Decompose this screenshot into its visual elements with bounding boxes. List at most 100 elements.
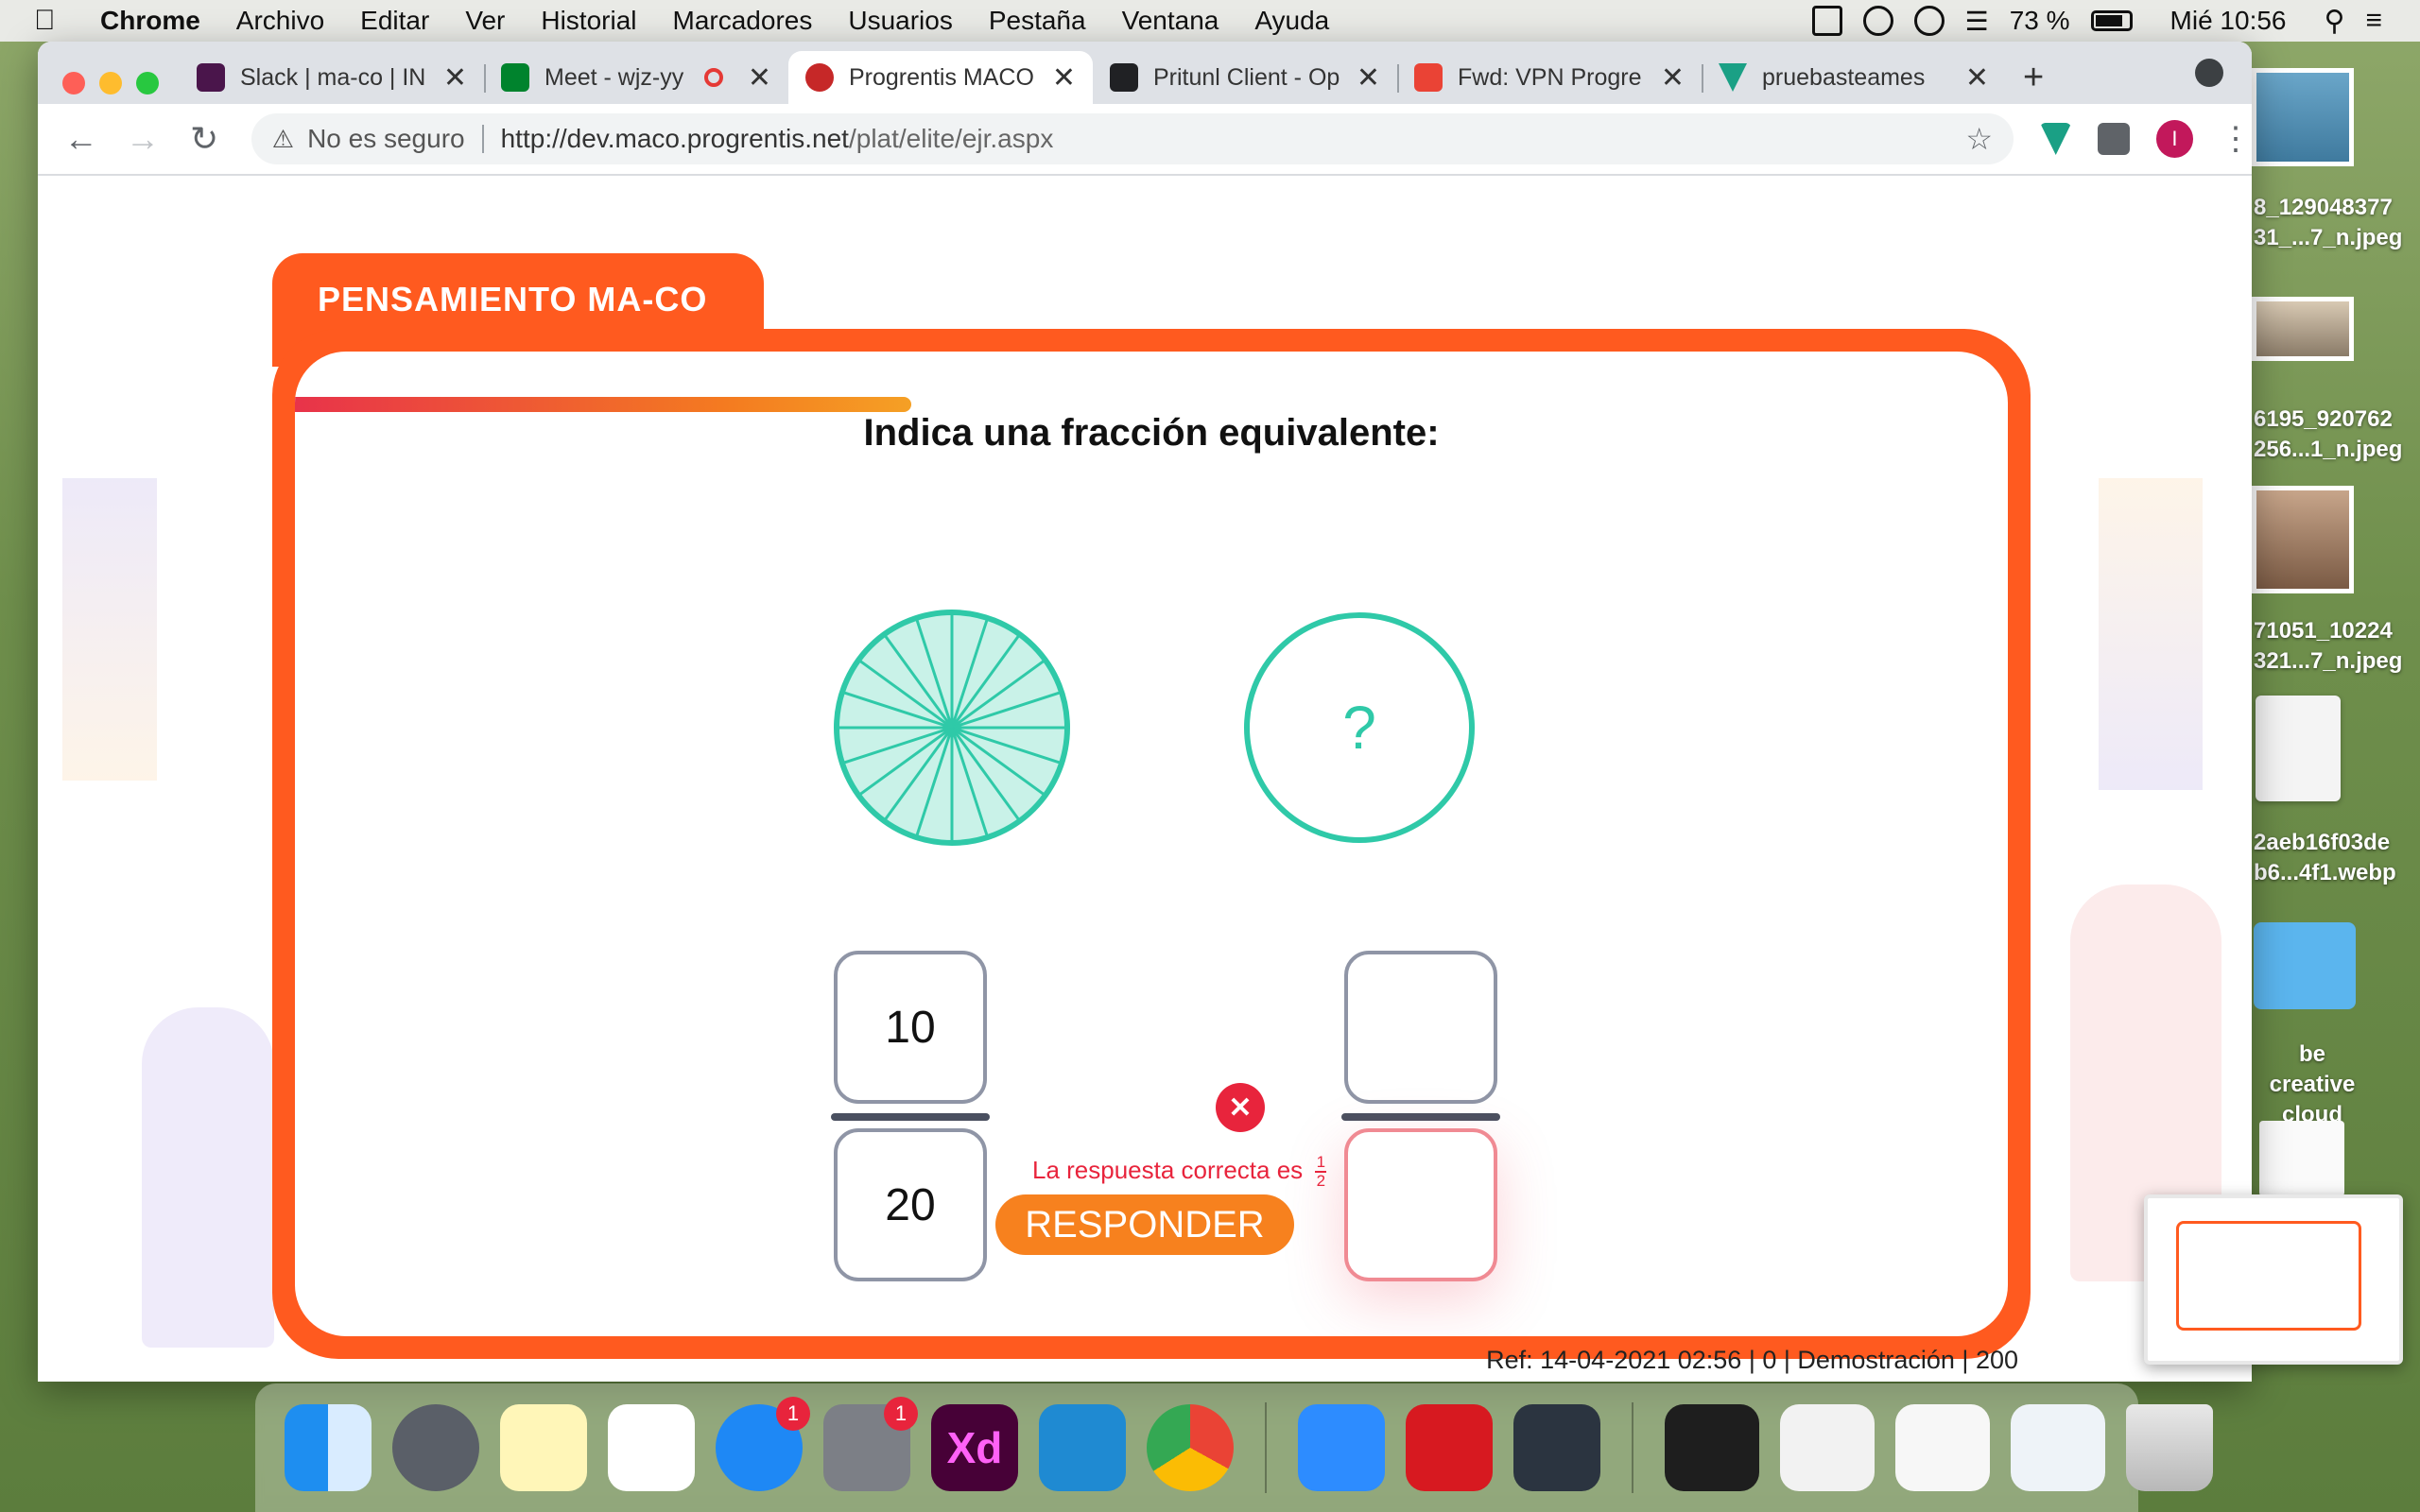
desktop-file-label-2[interactable]: 6195_920762 256...1_n.jpeg bbox=[2254, 404, 2402, 465]
vscode-icon[interactable] bbox=[1039, 1404, 1126, 1491]
desktop-photo-thumb-2[interactable] bbox=[2252, 297, 2354, 361]
menu-ventana[interactable]: Ventana bbox=[1122, 6, 1219, 36]
menu-app-name[interactable]: Chrome bbox=[100, 6, 200, 36]
trash-icon[interactable] bbox=[2126, 1404, 2213, 1491]
finder-icon[interactable] bbox=[285, 1404, 372, 1491]
url-path[interactable]: /plat/elite/ejr.aspx bbox=[849, 124, 1053, 154]
close-tab-icon[interactable]: ✕ bbox=[1357, 61, 1380, 94]
clock[interactable]: Mié 10:56 bbox=[2170, 6, 2287, 36]
background-illustration bbox=[142, 1007, 274, 1348]
close-tab-icon[interactable]: ✕ bbox=[1965, 61, 1989, 94]
creative-cloud-icon[interactable] bbox=[1913, 6, 1945, 36]
apple-menu-icon[interactable]:  bbox=[34, 5, 72, 37]
control-center-icon[interactable]: ≡ bbox=[2365, 5, 2382, 37]
acrobat-icon[interactable] bbox=[1406, 1404, 1493, 1491]
tab-pruebasteames[interactable]: pruebasteames ✕ bbox=[1702, 51, 2006, 104]
window-controls bbox=[62, 72, 159, 94]
desktop-photo-thumb-1[interactable] bbox=[2252, 68, 2354, 166]
feedback-numerator: 1 bbox=[1316, 1153, 1326, 1171]
tab-title: Progrentis MACO bbox=[849, 63, 1034, 91]
chrome-menu-icon[interactable]: ⋮ bbox=[2220, 120, 2252, 158]
menu-usuarios[interactable]: Usuarios bbox=[848, 6, 952, 36]
screen-record-icon[interactable] bbox=[1862, 6, 1893, 36]
desktop-folder-icon[interactable] bbox=[2254, 922, 2356, 1009]
recording-indicator-icon bbox=[703, 68, 723, 87]
launchpad-icon[interactable] bbox=[392, 1404, 479, 1491]
desktop-preview-file-icon[interactable] bbox=[2256, 696, 2341, 801]
back-icon[interactable]: ← bbox=[62, 119, 99, 159]
adobe-xd-icon[interactable]: Xd bbox=[931, 1404, 1018, 1491]
file-name-line: 8_129048377 bbox=[2254, 195, 2393, 220]
desktop-folder-label[interactable]: be creative cloud bbox=[2254, 1040, 2371, 1130]
minimized-window-chrome-1[interactable] bbox=[1895, 1404, 1990, 1491]
feedback-fraction: 1 2 bbox=[1315, 1153, 1327, 1189]
new-tab-button[interactable]: + bbox=[2023, 58, 2044, 98]
address-bar[interactable]: ⚠ No es seguro http://dev.maco.progrenti… bbox=[251, 113, 2014, 164]
menu-historial[interactable]: Historial bbox=[541, 6, 636, 36]
macos-menubar:  Chrome Archivo Editar Ver Historial Ma… bbox=[0, 0, 2420, 42]
reload-icon[interactable]: ↻ bbox=[186, 119, 223, 159]
meet-icon bbox=[501, 63, 529, 92]
close-tab-icon[interactable]: ✕ bbox=[1661, 61, 1685, 94]
menu-ver[interactable]: Ver bbox=[465, 6, 505, 36]
chrome-window: Slack | ma-co | IN ✕ Meet - wjz-yy ✕ Pro… bbox=[38, 42, 2252, 1382]
tab-meet[interactable]: Meet - wjz-yy ✕ bbox=[484, 51, 788, 104]
answer-denominator-input[interactable] bbox=[1344, 1128, 1497, 1281]
tab-pritunl[interactable]: Pritunl Client - Op ✕ bbox=[1093, 51, 1397, 104]
minimize-window-button[interactable] bbox=[99, 72, 122, 94]
vuetify-extension-icon[interactable] bbox=[2040, 123, 2072, 155]
system-preferences-badge: 1 bbox=[884, 1397, 918, 1431]
warning-icon[interactable]: ⚠ bbox=[272, 125, 294, 154]
tab-gmail[interactable]: Fwd: VPN Progre ✕ bbox=[1397, 51, 1702, 104]
pritunl-dock-icon[interactable] bbox=[1513, 1404, 1600, 1491]
forward-icon[interactable]: → bbox=[124, 119, 161, 159]
wifi-icon[interactable]: ☰ bbox=[1965, 6, 1989, 37]
security-label[interactable]: No es seguro bbox=[307, 124, 465, 154]
desktop-file-label-1[interactable]: 8_129048377 31_...7_n.jpeg bbox=[2254, 193, 2402, 253]
menu-ayuda[interactable]: Ayuda bbox=[1254, 6, 1329, 36]
close-tab-icon[interactable]: ✕ bbox=[748, 61, 771, 94]
zoom-window-button[interactable] bbox=[136, 72, 159, 94]
reminders-icon[interactable] bbox=[608, 1404, 695, 1491]
battery-icon[interactable] bbox=[2090, 10, 2133, 31]
close-tab-icon[interactable]: ✕ bbox=[443, 61, 467, 94]
pritunl-status-icon[interactable] bbox=[1811, 6, 1842, 36]
left-numerator: 10 bbox=[885, 1002, 936, 1053]
unknown-fraction-circle: ? bbox=[1244, 612, 1475, 843]
minimized-window-xd[interactable] bbox=[1780, 1404, 1875, 1491]
menu-pestana[interactable]: Pestaña bbox=[989, 6, 1086, 36]
minimized-window-terminal[interactable] bbox=[1665, 1404, 1759, 1491]
desktop-file-label-4[interactable]: 2aeb16f03de b6...4f1.webp bbox=[2254, 828, 2396, 888]
desktop-photo-thumb-3[interactable] bbox=[2252, 486, 2354, 593]
tab-slack[interactable]: Slack | ma-co | IN ✕ bbox=[180, 51, 484, 104]
chrome-icon[interactable] bbox=[1147, 1404, 1234, 1491]
answer-numerator-input[interactable] bbox=[1344, 951, 1497, 1104]
dock-separator bbox=[1632, 1402, 1634, 1493]
profile-avatar[interactable]: I bbox=[2155, 120, 2193, 158]
file-name-line: 6195_920762 bbox=[2254, 406, 2393, 432]
file-name-line: 71051_10224 bbox=[2254, 618, 2393, 644]
system-preferences-icon[interactable]: 1 bbox=[823, 1397, 918, 1491]
desktop-doc-thumb[interactable] bbox=[2259, 1121, 2344, 1196]
notes-icon[interactable] bbox=[500, 1404, 587, 1491]
menu-archivo[interactable]: Archivo bbox=[236, 6, 324, 36]
close-tab-icon[interactable]: ✕ bbox=[1052, 61, 1076, 94]
spotlight-search-icon[interactable]: ⚲ bbox=[2325, 5, 2345, 38]
bookmark-star-icon[interactable]: ☆ bbox=[1965, 121, 1993, 157]
tab-search-icon[interactable] bbox=[2195, 59, 2223, 87]
minimized-window-chrome-2[interactable] bbox=[2011, 1404, 2105, 1491]
desktop-file-label-3[interactable]: 71051_10224 321...7_n.jpeg bbox=[2254, 616, 2402, 677]
zoom-icon[interactable] bbox=[1298, 1404, 1385, 1491]
menu-marcadores[interactable]: Marcadores bbox=[673, 6, 813, 36]
menu-editar[interactable]: Editar bbox=[360, 6, 429, 36]
url-host[interactable]: http://dev.maco.progrentis.net bbox=[501, 124, 849, 154]
tab-progrentis[interactable]: Progrentis MACO ✕ bbox=[788, 51, 1093, 104]
close-window-button[interactable] bbox=[62, 72, 85, 94]
responder-button[interactable]: RESPONDER bbox=[995, 1194, 1294, 1255]
left-numerator-box: 10 bbox=[834, 951, 987, 1104]
extensions-puzzle-icon[interactable] bbox=[2098, 123, 2130, 155]
macos-dock: 1 1 Xd bbox=[255, 1383, 2213, 1512]
screenshot-preview-thumbnail[interactable] bbox=[2144, 1194, 2403, 1365]
app-store-icon[interactable]: 1 bbox=[716, 1397, 810, 1491]
reference-footer: Ref: 14-04-2021 02:56 | 0 | Demostración… bbox=[1486, 1346, 2018, 1374]
